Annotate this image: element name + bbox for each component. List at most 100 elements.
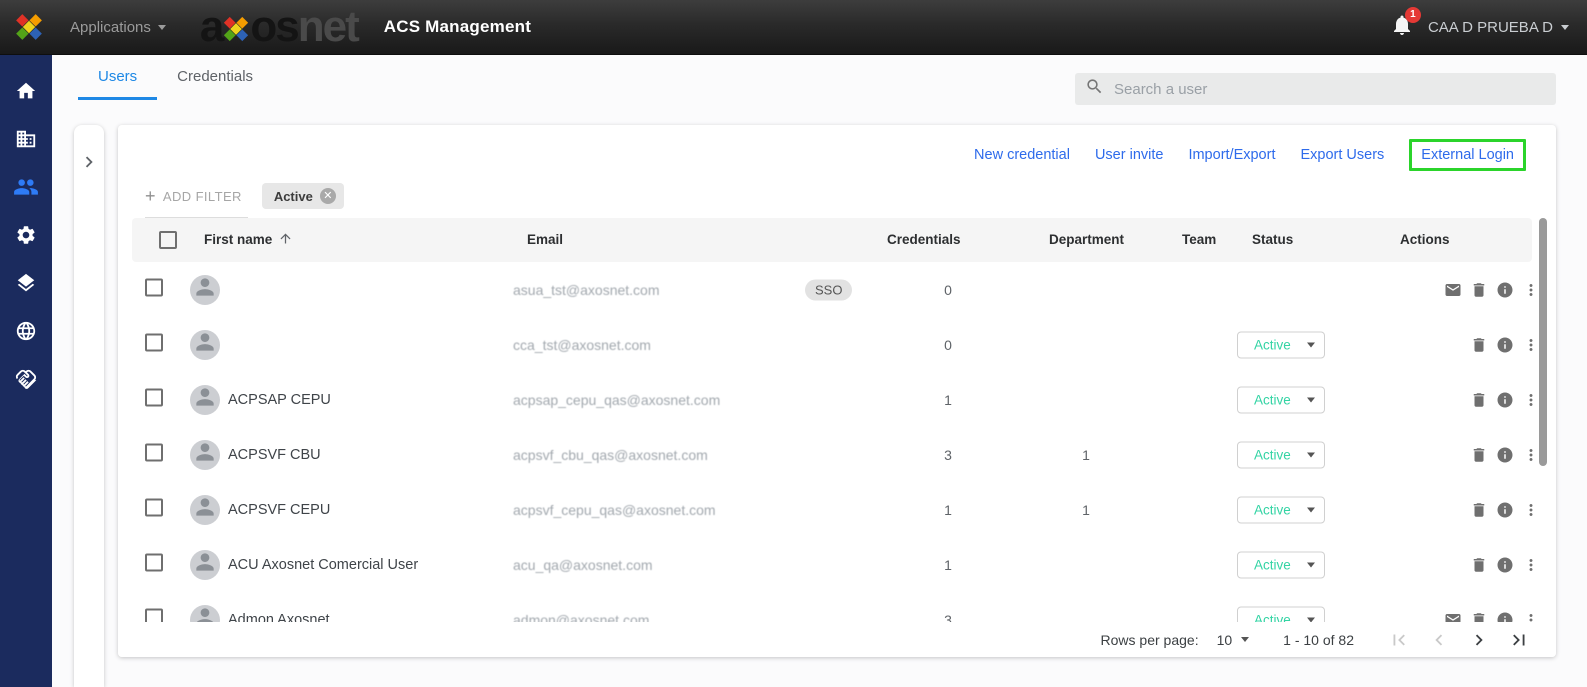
table-body: asua_tst@axosnet.com SSO 0 cca_tst@axosn…	[118, 262, 1556, 622]
person-icon	[192, 550, 218, 580]
sidebar-item-web[interactable]	[0, 307, 52, 355]
sidebar-item-company[interactable]	[0, 115, 52, 163]
delete-icon[interactable]	[1470, 446, 1488, 464]
avatar	[190, 550, 220, 580]
notifications-button[interactable]: 1	[1390, 13, 1414, 42]
column-header-status[interactable]: Status	[1252, 218, 1293, 262]
rows-per-page-select[interactable]: 10	[1217, 632, 1250, 648]
link-export-users[interactable]: Export Users	[1300, 147, 1384, 163]
mail-icon[interactable]	[1444, 281, 1462, 299]
row-checkbox[interactable]	[145, 388, 163, 406]
column-header-credentials[interactable]: Credentials	[887, 218, 961, 262]
person-icon	[192, 495, 218, 525]
tab-users[interactable]: Users	[78, 55, 157, 100]
filter-chip-active[interactable]: Active ✕	[262, 183, 344, 209]
row-checkbox[interactable]	[145, 608, 163, 622]
department-count: 1	[1068, 447, 1104, 463]
page-title: ACS Management	[384, 17, 531, 37]
filter-row: + ADD FILTER Active ✕	[145, 183, 344, 219]
remove-filter-icon[interactable]: ✕	[320, 188, 336, 204]
sidebar-item-settings[interactable]	[0, 211, 52, 259]
row-checkbox[interactable]	[145, 498, 163, 516]
row-checkbox[interactable]	[145, 553, 163, 571]
column-header-department[interactable]: Department	[1049, 218, 1124, 262]
status-dropdown[interactable]: Active	[1237, 386, 1325, 413]
delete-icon[interactable]	[1470, 556, 1488, 574]
user-email: acpsvf_cepu_qas@axosnet.com	[513, 502, 716, 518]
mail-icon[interactable]	[1444, 611, 1462, 623]
notification-badge: 1	[1405, 7, 1421, 23]
info-icon[interactable]	[1496, 611, 1514, 623]
row-actions	[1444, 501, 1540, 519]
link-import-export[interactable]: Import/Export	[1188, 147, 1275, 163]
kebab-menu-icon[interactable]	[1522, 446, 1540, 464]
info-icon[interactable]	[1496, 446, 1514, 464]
link-external-login[interactable]: External Login	[1409, 139, 1526, 171]
kebab-menu-icon[interactable]	[1522, 281, 1540, 299]
column-header-email[interactable]: Email	[527, 218, 563, 262]
sort-ascending-icon	[278, 220, 293, 264]
row-actions	[1444, 611, 1540, 623]
row-actions	[1444, 556, 1540, 574]
link-user-invite[interactable]: User invite	[1095, 147, 1164, 163]
next-page-button[interactable]	[1468, 629, 1490, 651]
status-dropdown[interactable]: Active	[1237, 441, 1325, 468]
sidebar-item-users[interactable]	[0, 163, 52, 211]
status-dropdown[interactable]: Active	[1237, 496, 1325, 523]
delete-icon[interactable]	[1470, 501, 1488, 519]
user-name: ACPSVF CEPU	[228, 502, 330, 518]
info-icon[interactable]	[1496, 391, 1514, 409]
first-page-button[interactable]	[1388, 629, 1410, 651]
table-row: ACPSVF CEPU acpsvf_cepu_qas@axosnet.com …	[118, 482, 1556, 537]
user-menu[interactable]: CAA D PRUEBA D	[1428, 19, 1569, 36]
info-icon[interactable]	[1496, 281, 1514, 299]
status-dropdown[interactable]: Active	[1237, 606, 1325, 622]
row-checkbox[interactable]	[145, 443, 163, 461]
vertical-scrollbar[interactable]	[1539, 218, 1547, 466]
previous-page-button[interactable]	[1428, 629, 1450, 651]
delete-icon[interactable]	[1470, 391, 1488, 409]
column-header-first-name[interactable]: First name	[204, 218, 293, 264]
status-label: Active	[1254, 447, 1291, 462]
brand-x-icon	[220, 13, 252, 45]
sidebar-item-layers[interactable]	[0, 259, 52, 307]
expand-panel-button[interactable]	[78, 151, 100, 687]
tab-credentials[interactable]: Credentials	[157, 55, 273, 100]
delete-icon[interactable]	[1470, 611, 1488, 623]
status-dropdown[interactable]: Active	[1237, 551, 1325, 578]
row-actions	[1444, 281, 1540, 299]
chevron-down-icon	[1561, 25, 1569, 30]
info-icon[interactable]	[1496, 556, 1514, 574]
add-filter-button[interactable]: + ADD FILTER	[145, 183, 248, 219]
kebab-menu-icon[interactable]	[1522, 556, 1540, 574]
person-icon	[192, 605, 218, 623]
sidebar-item-home[interactable]	[0, 67, 52, 115]
kebab-menu-icon[interactable]	[1522, 391, 1540, 409]
row-checkbox[interactable]	[145, 333, 163, 351]
column-header-team[interactable]: Team	[1182, 218, 1216, 262]
globe-icon	[15, 320, 37, 342]
status-dropdown[interactable]: Active	[1237, 331, 1325, 358]
kebab-menu-icon[interactable]	[1522, 501, 1540, 519]
delete-icon[interactable]	[1470, 281, 1488, 299]
info-icon[interactable]	[1496, 501, 1514, 519]
bell-icon	[1390, 24, 1414, 41]
status-label: Active	[1254, 502, 1291, 517]
sidebar-item-partners[interactable]	[0, 355, 52, 403]
select-all-checkbox[interactable]	[159, 231, 177, 249]
axosnet-logo-icon	[12, 10, 46, 44]
last-page-button[interactable]	[1508, 629, 1530, 651]
search-box[interactable]	[1075, 73, 1556, 105]
sso-badge: SSO	[805, 279, 852, 300]
row-checkbox[interactable]	[145, 278, 163, 296]
kebab-menu-icon[interactable]	[1522, 611, 1540, 623]
kebab-menu-icon[interactable]	[1522, 336, 1540, 354]
credentials-count: 0	[930, 337, 966, 353]
delete-icon[interactable]	[1470, 336, 1488, 354]
info-icon[interactable]	[1496, 336, 1514, 354]
applications-menu[interactable]: Applications	[70, 19, 166, 36]
search-input[interactable]	[1114, 81, 1546, 98]
link-new-credential[interactable]: New credential	[974, 147, 1070, 163]
person-icon	[192, 330, 218, 360]
avatar	[190, 605, 220, 623]
